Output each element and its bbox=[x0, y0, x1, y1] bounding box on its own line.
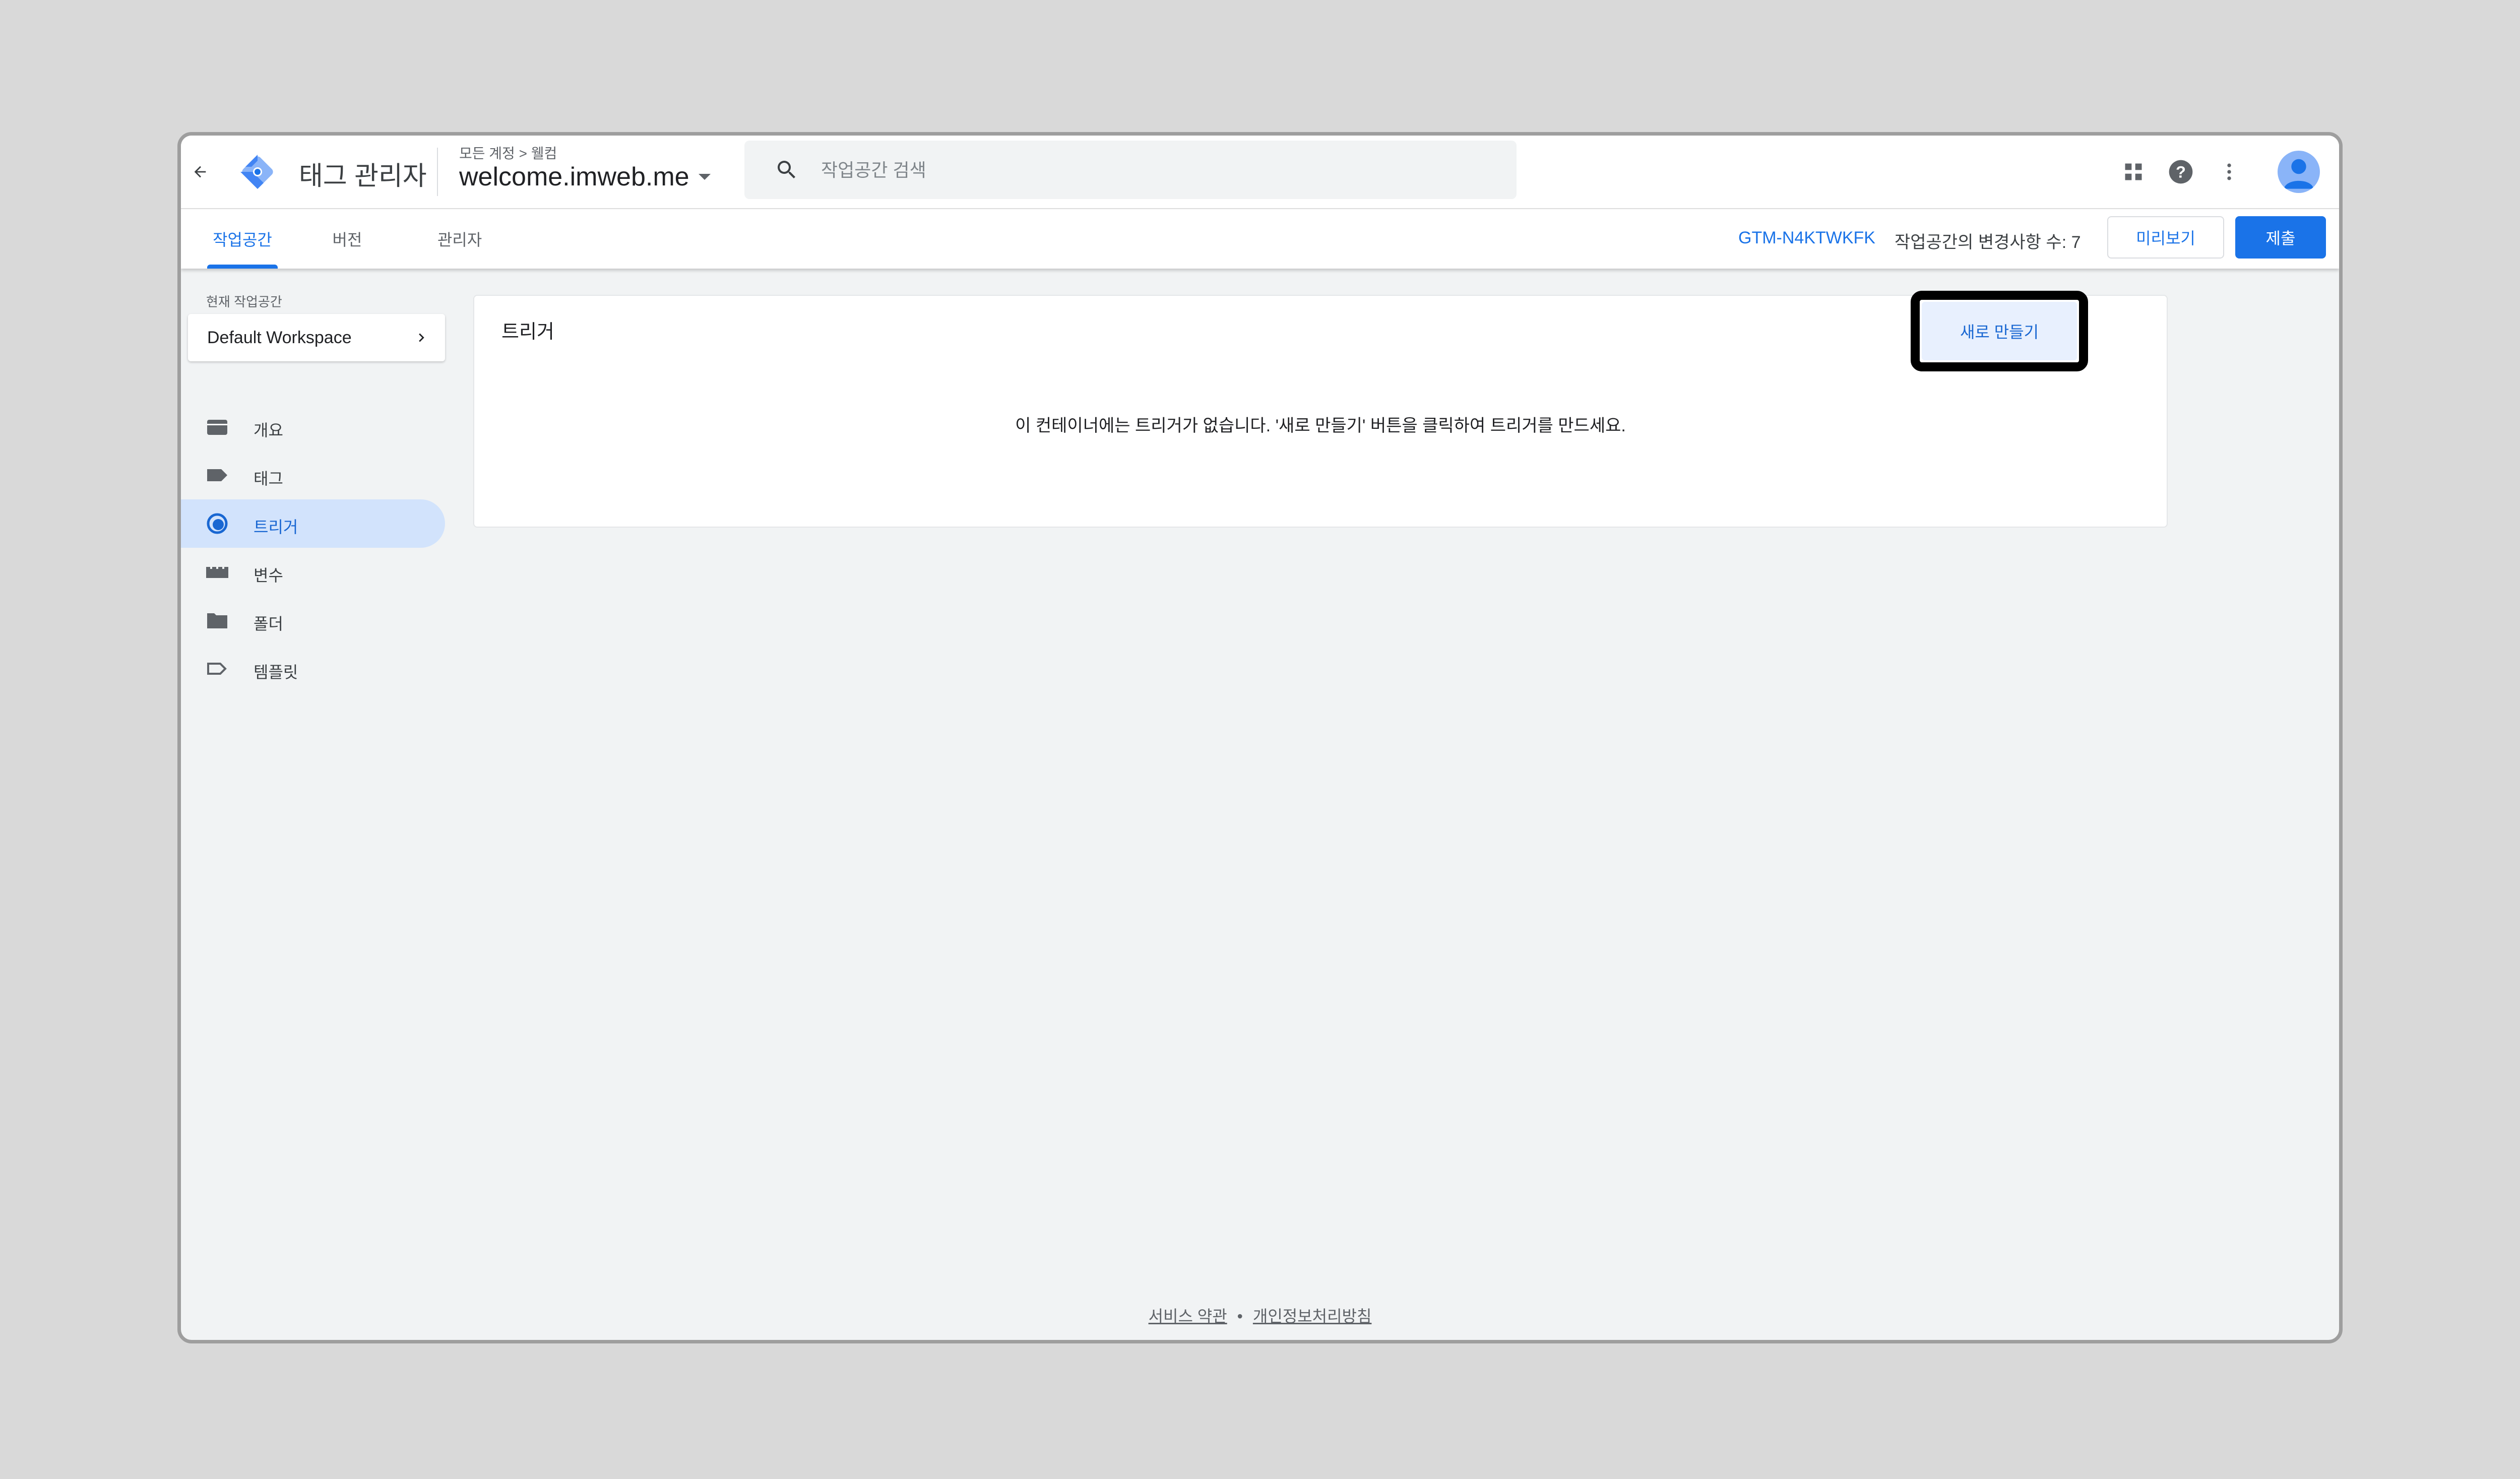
search-icon bbox=[778, 161, 795, 178]
terms-link[interactable]: 서비스 약관 bbox=[1149, 1307, 1227, 1325]
workspace-selector[interactable]: Default Workspace bbox=[188, 314, 445, 361]
arrow-back-icon bbox=[194, 166, 206, 178]
sidebar-item-label: 태그 bbox=[254, 470, 283, 488]
container-name: welcome.imweb.me bbox=[459, 162, 689, 191]
app-title: 태그 관리자 bbox=[299, 162, 427, 191]
caret-down-icon bbox=[698, 174, 711, 180]
preview-button[interactable]: 미리보기 bbox=[2107, 216, 2224, 259]
variables-icon bbox=[206, 567, 228, 578]
tag-icon bbox=[207, 469, 227, 481]
tag-manager-logo-icon bbox=[240, 155, 273, 189]
help-button[interactable]: ? bbox=[2166, 157, 2196, 187]
sidebar-item-folders[interactable]: 폴더 bbox=[181, 596, 445, 645]
footer: 서비스 약관 • 개인정보처리방침 bbox=[181, 1304, 2339, 1327]
sidebar-item-label: 개요 bbox=[254, 421, 283, 439]
workspace-name: Default Workspace bbox=[207, 328, 352, 347]
top-bar: 태그 관리자 모든 계정 > 웰컴 welcome.imweb.me ? bbox=[181, 136, 2339, 209]
help-icon: ? bbox=[2169, 160, 2193, 184]
more-vert-icon bbox=[2227, 163, 2231, 180]
breadcrumb[interactable]: 모든 계정 > 웰컴 bbox=[459, 143, 557, 163]
apps-grid-icon bbox=[2125, 163, 2142, 180]
current-workspace-label: 현재 작업공간 bbox=[206, 294, 282, 309]
footer-separator: • bbox=[1237, 1307, 1243, 1325]
sidebar-item-variables[interactable]: 변수 bbox=[181, 548, 445, 596]
workspace-search[interactable] bbox=[744, 141, 1517, 199]
tab-versions[interactable]: 버전 bbox=[327, 209, 367, 269]
app-window: 태그 관리자 모든 계정 > 웰컴 welcome.imweb.me ? bbox=[177, 132, 2343, 1343]
sub-navigation: 작업공간 버전 관리자 GTM-N4KTWKFK 작업공간의 변경사항 수: 7… bbox=[181, 209, 2339, 269]
svg-text:?: ? bbox=[2176, 163, 2186, 181]
sidebar-item-templates[interactable]: 템플릿 bbox=[181, 645, 445, 693]
sidebar-item-label: 변수 bbox=[254, 566, 283, 585]
chevron-right-icon bbox=[419, 333, 424, 342]
sidebar-item-triggers[interactable]: 트리거 bbox=[181, 499, 445, 548]
sidebar-item-label: 폴더 bbox=[254, 615, 283, 633]
container-id[interactable]: GTM-N4KTWKFK bbox=[1738, 228, 1875, 248]
triggers-card: 트리거 새로 만들기 이 컨테이너에는 트리거가 없습니다. '새로 만들기' … bbox=[473, 291, 2168, 528]
empty-state-message: 이 컨테이너에는 트리거가 없습니다. '새로 만들기' 버튼을 클릭하여 트리… bbox=[1015, 416, 1626, 435]
container-selector[interactable]: welcome.imweb.me bbox=[459, 162, 711, 192]
card-title: 트리거 bbox=[501, 321, 554, 343]
submit-button[interactable]: 제출 bbox=[2235, 216, 2326, 259]
overview-icon bbox=[207, 420, 227, 435]
tab-workspace[interactable]: 작업공간 bbox=[207, 209, 278, 269]
person-icon bbox=[2284, 159, 2314, 189]
account-avatar[interactable] bbox=[2278, 151, 2320, 193]
search-input[interactable] bbox=[820, 155, 1477, 186]
sidebar-item-label: 트리거 bbox=[254, 518, 298, 536]
sidebar-item-tags[interactable]: 태그 bbox=[181, 451, 445, 499]
privacy-link[interactable]: 개인정보처리방침 bbox=[1253, 1307, 1372, 1325]
folder-icon bbox=[207, 613, 227, 628]
new-trigger-button[interactable]: 새로 만들기 bbox=[1922, 302, 2077, 360]
header-divider bbox=[437, 148, 438, 196]
template-icon bbox=[207, 663, 227, 675]
more-options-button[interactable] bbox=[2214, 157, 2244, 187]
trigger-icon bbox=[207, 513, 228, 534]
back-button[interactable] bbox=[186, 158, 214, 186]
workspace-changes-count: 작업공간의 변경사항 수: 7 bbox=[1895, 233, 2081, 252]
sidebar-item-label: 템플릿 bbox=[254, 663, 298, 681]
tab-admin[interactable]: 관리자 bbox=[432, 209, 487, 269]
apps-button[interactable] bbox=[2118, 157, 2149, 187]
sidebar-item-overview[interactable]: 개요 bbox=[181, 403, 445, 451]
